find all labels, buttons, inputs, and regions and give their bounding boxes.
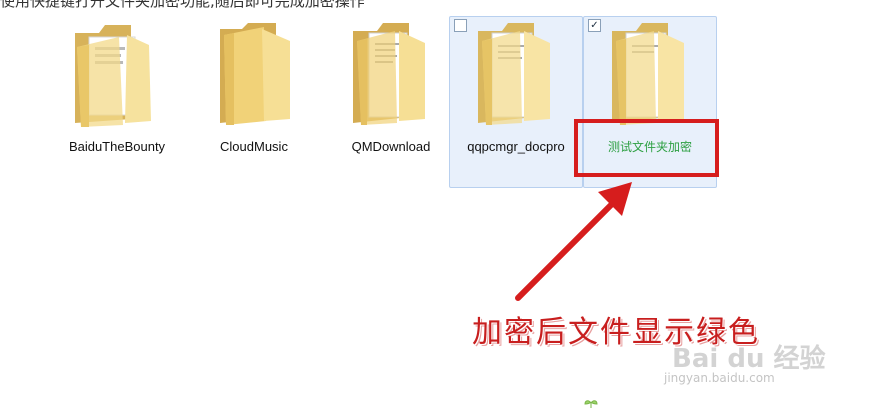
baidu-watermark-url: jingyan.baidu.com [664,371,775,385]
folder-label: QMDownload [351,139,431,154]
folder-item-qmdownload[interactable]: QMDownload [324,16,458,188]
sprout-icon [584,400,598,408]
folder-with-documents-icon [353,23,425,125]
folder-item-baiduthebounty[interactable]: BaiduTheBounty [50,16,184,188]
red-arrow-icon [515,182,632,301]
folder-label: qqpcmgr_docpro [467,139,565,154]
baidu-watermark: Bai du 经验 [672,344,826,374]
folder-label: CloudMusic [220,139,288,154]
folder-with-documents-icon [75,25,151,127]
folder-with-documents-icon [478,23,550,125]
cropped-instruction-text: 使用快捷键打开文件夹加密功能,随后即可完成加密操作 [0,0,873,8]
folder-icon [220,23,290,125]
folder-with-documents-icon [612,23,684,125]
folder-label: BaiduTheBounty [68,139,166,154]
folder-item-qqpcmgr-docpro[interactable]: qqpcmgr_docpro [449,16,583,188]
folder-item-cloudmusic[interactable]: CloudMusic [187,16,321,188]
highlight-box [574,119,719,177]
